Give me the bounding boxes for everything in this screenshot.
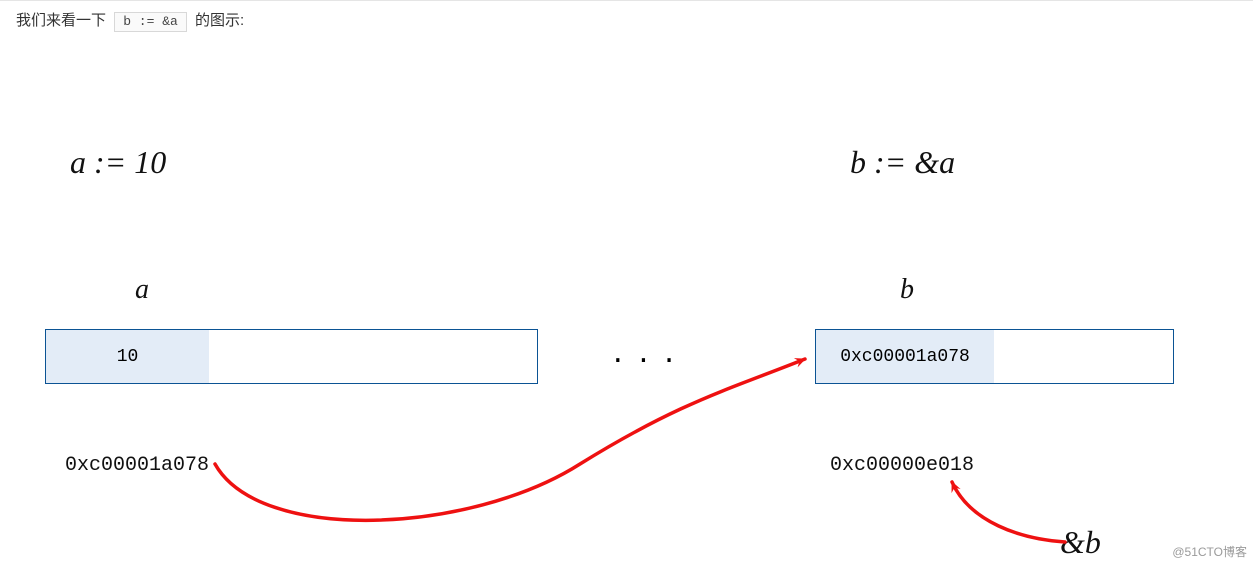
intro-line: 我们来看一下 b := &a 的图示: — [0, 0, 1253, 44]
cell-b1 — [994, 329, 1174, 384]
ellipsis: ... — [610, 339, 687, 369]
intro-code: b := &a — [114, 12, 187, 32]
watermark: @51CTO博客 — [1172, 543, 1247, 560]
cell-a2 — [373, 329, 538, 384]
cell-a0: 10 — [45, 329, 210, 384]
amp-b-label: &b — [1060, 524, 1101, 561]
intro-pre: 我们来看一下 — [16, 12, 106, 29]
declaration-a: a := 10 — [70, 144, 166, 181]
intro-post: 的图示: — [195, 12, 244, 29]
cell-b0: 0xc00001a078 — [815, 329, 995, 384]
label-a: a — [135, 274, 149, 306]
declaration-b: b := &a — [850, 144, 955, 181]
label-b: b — [900, 274, 914, 306]
cell-a0-value: 10 — [46, 330, 209, 383]
address-a: 0xc00001a078 — [65, 454, 209, 477]
address-b: 0xc00000e018 — [830, 454, 974, 477]
arrows-svg — [0, 44, 1253, 564]
pointer-diagram: a := 10 b := &a a b 10 ... 0xc00001a078 … — [0, 44, 1253, 564]
cell-a1 — [209, 329, 374, 384]
arrow-amp-b — [952, 482, 1065, 542]
cell-b0-value: 0xc00001a078 — [816, 330, 994, 383]
